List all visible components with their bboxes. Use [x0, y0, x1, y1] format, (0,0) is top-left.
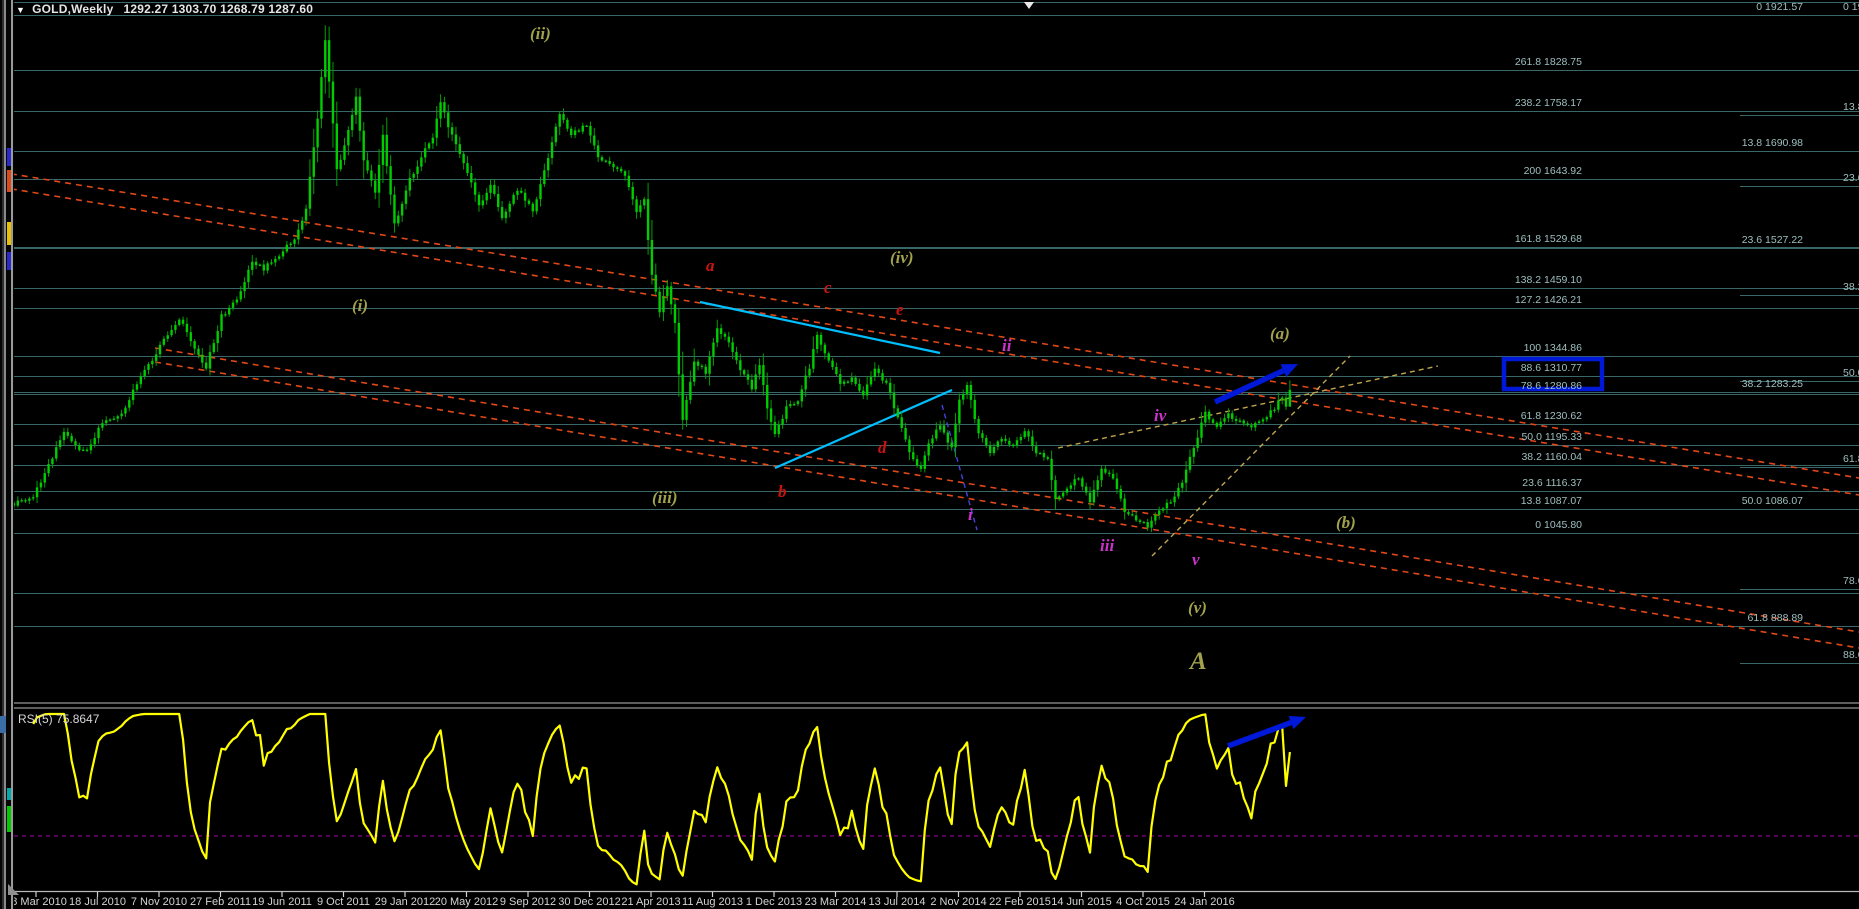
- date-tick-label: 21 Apr 2013: [621, 896, 681, 908]
- fib-expansion-long-label: 13.8 1690.98: [1741, 137, 1803, 149]
- edge-tick-blue: [7, 252, 11, 270]
- border-groove: [11, 0, 13, 909]
- date-tick-label: 14 Jun 2015: [1051, 896, 1112, 908]
- rsi-value: 75.8647: [56, 712, 100, 726]
- date-tick-label: 4 Oct 2015: [1116, 896, 1170, 908]
- date-tick-label: 23 Mar 2014: [804, 896, 867, 908]
- date-tick-label: 18 Jul 2010: [69, 896, 126, 908]
- edge-tick-teal: [7, 788, 11, 800]
- wave-label-b: b: [778, 482, 787, 501]
- date-tick-label: 27 Feb 2011: [190, 896, 251, 908]
- wave-label-i: i: [968, 505, 973, 524]
- date-tick-label: 9 Oct 2011: [317, 896, 370, 908]
- fib-right-clipped-label: 61.8 11: [1843, 453, 1859, 465]
- date-tick-label: 1 Dec 2013: [745, 896, 803, 908]
- fib-right-clipped-label: 38.2 14: [1843, 281, 1859, 293]
- fib-extension-main-label: 138.2 1459.10: [1514, 274, 1582, 286]
- date-tick-label: 7 Nov 2010: [130, 896, 188, 908]
- fib-extension-main-label: 78.6 1280.86: [1520, 380, 1582, 392]
- blue-arrow-head: [1288, 716, 1306, 730]
- fib-right-clipped-label: 78.6 9: [1843, 575, 1859, 587]
- fib-right-clipped-label: 23.6 16: [1843, 172, 1859, 184]
- date-tick-label: 13 Jul 2014: [868, 896, 926, 908]
- wave-label-i: (i): [352, 296, 369, 315]
- fib-right-clipped-label: 13.8 17: [1843, 101, 1859, 113]
- fib-expansion-long-label: 0 1921.57: [1756, 1, 1803, 13]
- date-tick-label: 30 Dec 2012: [558, 896, 621, 908]
- fib-expansion-long-label: 23.6 1527.22: [1741, 234, 1803, 246]
- date-tick-label: 22 Feb 2015: [989, 896, 1051, 908]
- fib-extension-main-label: 100 1344.86: [1523, 342, 1582, 354]
- wave-label-ii: (ii): [530, 24, 551, 43]
- rsi-indicator-label: RSI(5) 75.8647: [18, 712, 99, 726]
- symbol-period-label: GOLD,Weekly: [32, 2, 114, 16]
- fib-extension-main-label: 13.8 1087.07: [1520, 495, 1582, 507]
- wave-label-d: d: [878, 438, 887, 457]
- date-tick-label: 11 Aug 2013: [682, 896, 743, 908]
- chart-title: ▼ GOLD,Weekly 1292.27 1303.70 1268.79 1287…: [16, 2, 313, 16]
- fib-extension-main-label: 23.6 1116.37: [1522, 477, 1582, 489]
- fib-extension-main-label: 127.2 1426.21: [1514, 294, 1582, 306]
- wave-label-v: (v): [1188, 598, 1207, 617]
- trendline: [154, 361, 1859, 649]
- date-tick-label: 19 Jun 2011: [252, 896, 312, 908]
- wave-label-c: c: [824, 278, 832, 297]
- fib-extension-main-label: 38.2 1160.04: [1521, 451, 1582, 463]
- wave-label-iv: (iv): [890, 248, 914, 267]
- fib-expansion-long-label: 61.8 888.89: [1747, 612, 1803, 624]
- fib-extension-main-label: 200 1643.92: [1523, 165, 1582, 177]
- date-tick-label: 29 Jan 2012: [374, 896, 436, 908]
- date-tick-label: 28 Mar 2010: [5, 896, 67, 908]
- trendline: [1057, 365, 1439, 449]
- blue-arrow-shaft: [1227, 719, 1292, 749]
- edge-tick-orange: [7, 170, 11, 192]
- wave-label-a: a: [706, 256, 715, 275]
- wave-label-v: v: [1192, 550, 1200, 569]
- date-tick-label: 24 Jan 2016: [1174, 896, 1235, 908]
- fib-extension-main-label: 0 1045.80: [1535, 519, 1582, 531]
- fib-expansion-long-label: 38.2 1283.25: [1741, 378, 1803, 390]
- fib-extension-main-label: 88.6 1310.77: [1520, 362, 1582, 374]
- wave-label-iv: iv: [1154, 406, 1167, 425]
- trendline: [699, 300, 941, 355]
- window-left-border: [0, 0, 14, 909]
- border-groove: [4, 0, 6, 909]
- mt4-chart-window[interactable]: ▼ GOLD,Weekly 1292.27 1303.70 1268.79 1287…: [0, 0, 1859, 909]
- object-anchor-marker: [1024, 2, 1034, 9]
- wave-label-b: (b): [1336, 513, 1356, 532]
- chart-dropdown-icon[interactable]: ▼: [16, 5, 25, 15]
- date-tick-label: 2 Nov 2014: [930, 896, 987, 908]
- edge-tick-indicator: [0, 716, 6, 733]
- wave-label-iii: (iii): [652, 488, 678, 507]
- wave-label-ii: ii: [1002, 336, 1012, 355]
- date-tick-label: 9 Sep 2012: [499, 896, 557, 908]
- edge-tick-yellow: [7, 222, 11, 245]
- fib-extension-main-label: 50.0 1195.33: [1521, 431, 1582, 443]
- rsi-line: [32, 712, 1291, 886]
- wave-label-e: e: [896, 300, 904, 319]
- rsi-name: RSI(5): [18, 712, 53, 726]
- ohlc-values: 1292.27 1303.70 1268.79 1287.60: [123, 2, 314, 16]
- pane-resize-handle-icon[interactable]: [8, 884, 19, 895]
- fib-right-clipped-label: 88.6 8: [1843, 649, 1859, 661]
- fib-extension-main-label: 238.2 1758.17: [1514, 97, 1582, 109]
- wave-label-A: A: [1190, 648, 1207, 675]
- edge-tick-blue: [7, 148, 11, 166]
- wave-label-a: (a): [1270, 324, 1290, 343]
- date-tick-label: 20 May 2012: [434, 896, 499, 908]
- wave-label-iii: iii: [1100, 536, 1115, 555]
- edge-tick-green: [7, 806, 11, 832]
- fib-right-clipped-label: 0 19: [1843, 1, 1859, 13]
- candlestick-series: [12, 25, 1292, 533]
- fib-right-clipped-label: 50.0 13: [1843, 367, 1859, 379]
- fib-extension-main-label: 261.8 1828.75: [1514, 56, 1582, 68]
- fib-extension-main-label: 161.8 1529.68: [1514, 233, 1582, 245]
- fib-extension-main-label: 61.8 1230.62: [1520, 410, 1582, 422]
- fib-expansion-long-label: 50.0 1086.07: [1741, 495, 1803, 507]
